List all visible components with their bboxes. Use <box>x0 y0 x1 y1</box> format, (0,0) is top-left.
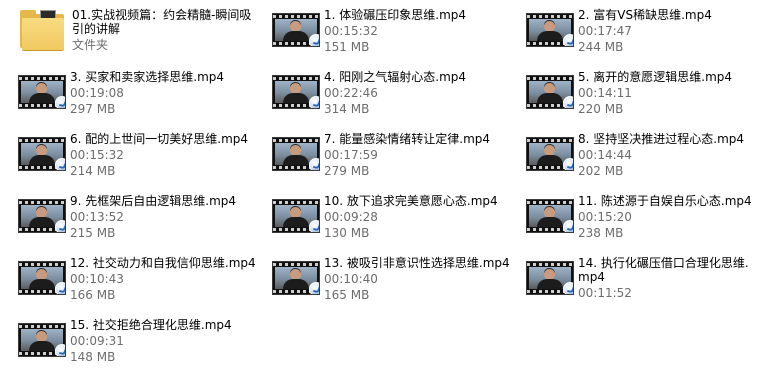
video-file-icon <box>526 13 574 47</box>
file-duration: 00:19:08 <box>70 86 124 100</box>
media-player-badge-icon <box>309 158 319 170</box>
file-name: 1. 体验碾压印象思维.mp4 <box>324 8 467 22</box>
video-file-icon <box>272 199 320 233</box>
media-player-badge-icon <box>55 158 65 170</box>
media-player-badge-icon <box>563 220 573 232</box>
video-item[interactable]: 3. 买家和卖家选择思维.mp4 00:19:08 297 MB <box>16 66 266 126</box>
video-file-icon <box>526 261 574 295</box>
video-item[interactable]: 5. 离开的意愿逻辑思维.mp4 00:14:11 220 MB <box>524 66 760 126</box>
file-duration: 00:09:28 <box>324 210 378 224</box>
file-size: 220 MB <box>578 102 624 116</box>
file-size: 202 MB <box>578 164 624 178</box>
file-duration: 00:17:47 <box>578 24 632 38</box>
file-duration: 00:17:59 <box>324 148 378 162</box>
file-duration: 00:14:11 <box>578 86 632 100</box>
media-player-badge-icon <box>309 220 319 232</box>
file-duration: 00:15:32 <box>70 148 124 162</box>
file-size: 166 MB <box>70 288 116 302</box>
file-size: 215 MB <box>70 226 116 240</box>
media-player-badge-icon <box>563 34 573 46</box>
video-item[interactable]: 11. 陈述源于自娱自乐心态.mp4 00:15:20 238 MB <box>524 190 760 250</box>
file-name: 11. 陈述源于自娱自乐心态.mp4 <box>578 194 752 208</box>
file-name: 01.实战视频篇：约会精髓-瞬间吸引的讲解 <box>72 8 252 36</box>
video-file-icon <box>18 323 66 357</box>
folder-icon <box>16 4 68 60</box>
video-item[interactable]: 12. 社交动力和自我信仰思维.mp4 00:10:43 166 MB <box>16 252 266 312</box>
file-duration: 00:22:46 <box>324 86 378 100</box>
file-type: 文件夹 <box>72 38 109 52</box>
media-player-badge-icon <box>55 282 65 294</box>
media-player-badge-icon <box>55 96 65 108</box>
file-size: 238 MB <box>578 226 624 240</box>
video-file-icon <box>18 261 66 295</box>
file-duration: 00:10:43 <box>70 272 124 286</box>
media-player-badge-icon <box>563 96 573 108</box>
file-name: 12. 社交动力和自我信仰思维.mp4 <box>70 256 256 270</box>
video-item[interactable]: 15. 社交拒绝合理化思维.mp4 00:09:31 148 MB <box>16 314 266 374</box>
video-item[interactable]: 8. 坚持坚决推进过程心态.mp4 00:14:44 202 MB <box>524 128 760 188</box>
file-size: 244 MB <box>578 40 624 54</box>
video-file-icon <box>18 75 66 109</box>
file-name: 2. 富有VS稀缺思维.mp4 <box>578 8 712 22</box>
file-name: 13. 被吸引非意识性选择思维.mp4 <box>324 256 510 270</box>
file-name: 15. 社交拒绝合理化思维.mp4 <box>70 318 232 332</box>
file-size: 148 MB <box>70 350 116 364</box>
file-name: 3. 买家和卖家选择思维.mp4 <box>70 70 225 84</box>
media-player-badge-icon <box>563 158 573 170</box>
video-file-icon <box>272 137 320 171</box>
video-item[interactable]: 6. 配的上世间一切美好思维.mp4 00:15:32 214 MB <box>16 128 266 188</box>
video-item[interactable]: 1. 体验碾压印象思维.mp4 00:15:32 151 MB <box>270 4 520 64</box>
file-size: 214 MB <box>70 164 116 178</box>
file-duration: 00:11:52 <box>578 286 632 300</box>
file-name: 4. 阳刚之气辐射心态.mp4 <box>324 70 467 84</box>
media-player-badge-icon <box>309 34 319 46</box>
video-item[interactable]: 4. 阳刚之气辐射心态.mp4 00:22:46 314 MB <box>270 66 520 126</box>
file-name: 10. 放下追求完美意愿心态.mp4 <box>324 194 498 208</box>
video-item[interactable]: 14. 执行化碾压借口合理化思维.mp4 00:11:52 <box>524 252 760 312</box>
file-duration: 00:15:20 <box>578 210 632 224</box>
video-file-icon <box>526 199 574 233</box>
video-item[interactable]: 10. 放下追求完美意愿心态.mp4 00:09:28 130 MB <box>270 190 520 250</box>
folder-item[interactable]: 01.实战视频篇：约会精髓-瞬间吸引的讲解 文件夹 <box>16 4 266 64</box>
video-file-icon <box>18 137 66 171</box>
file-size: 279 MB <box>324 164 370 178</box>
file-name: 8. 坚持坚决推进过程心态.mp4 <box>578 132 745 146</box>
video-file-icon <box>526 75 574 109</box>
file-name: 14. 执行化碾压借口合理化思维.mp4 <box>578 256 749 284</box>
file-size: 297 MB <box>70 102 116 116</box>
file-name: 9. 先框架后自由逻辑思维.mp4 <box>70 194 237 208</box>
file-duration: 00:10:40 <box>324 272 378 286</box>
video-item[interactable]: 13. 被吸引非意识性选择思维.mp4 00:10:40 165 MB <box>270 252 520 312</box>
video-file-icon <box>272 13 320 47</box>
video-file-icon <box>272 75 320 109</box>
media-player-badge-icon <box>55 220 65 232</box>
media-player-badge-icon <box>309 282 319 294</box>
file-duration: 00:09:31 <box>70 334 124 348</box>
file-duration: 00:13:52 <box>70 210 124 224</box>
file-size: 130 MB <box>324 226 370 240</box>
video-file-icon <box>18 199 66 233</box>
media-player-badge-icon <box>55 344 65 356</box>
file-size: 151 MB <box>324 40 370 54</box>
video-file-icon <box>526 137 574 171</box>
file-size: 165 MB <box>324 288 370 302</box>
video-item[interactable]: 7. 能量感染情绪转让定律.mp4 00:17:59 279 MB <box>270 128 520 188</box>
media-player-badge-icon <box>563 282 573 294</box>
media-player-badge-icon <box>309 96 319 108</box>
video-file-icon <box>272 261 320 295</box>
file-name: 6. 配的上世间一切美好思维.mp4 <box>70 132 249 146</box>
file-name: 7. 能量感染情绪转让定律.mp4 <box>324 132 491 146</box>
file-duration: 00:15:32 <box>324 24 378 38</box>
video-item[interactable]: 2. 富有VS稀缺思维.mp4 00:17:47 244 MB <box>524 4 760 64</box>
file-duration: 00:14:44 <box>578 148 632 162</box>
file-size: 314 MB <box>324 102 370 116</box>
video-item[interactable]: 9. 先框架后自由逻辑思维.mp4 00:13:52 215 MB <box>16 190 266 250</box>
file-name: 5. 离开的意愿逻辑思维.mp4 <box>578 70 733 84</box>
